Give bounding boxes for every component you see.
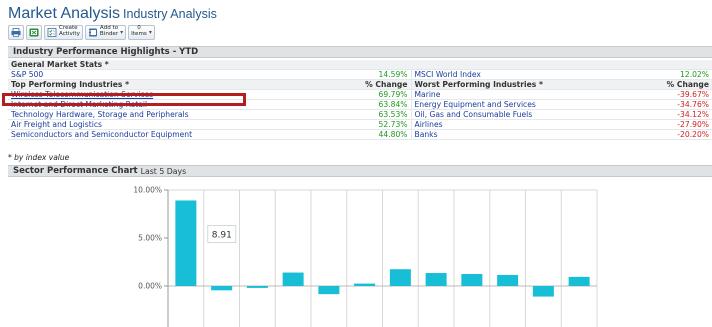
create-activity-button[interactable]: Create Activity [44,24,83,40]
worst-header: Worst Performing Industries * [410,79,643,91]
page-title: Market Analysis Industry Analysis [8,5,217,23]
add-to-binder-label: Add to Binder [99,25,119,37]
highlights-title: Industry Performance Highlights - YTD [13,47,199,57]
highlights-panel-header: Industry Performance Highlights - YTD [8,46,712,58]
top-industry-value: 69.79% [326,89,411,101]
page-subtitle: Industry Analysis [123,7,217,21]
table-row: S&P 500 14.59% MSCI World Index 12.02% [8,69,712,81]
top-industry-value: 44.80% [326,129,411,141]
chart-bar[interactable] [318,286,340,295]
worst-industry-link[interactable]: Marine [415,90,441,99]
top-industry-link[interactable]: Technology Hardware, Storage and Periphe… [11,110,189,119]
top-industry-link[interactable]: Semiconductors and Semiconductor Equipme… [11,130,192,139]
items-button[interactable]: 0 Items ▾ [128,24,155,40]
tooltip-value: 8.91 [212,231,232,241]
chevron-down-icon: ▾ [148,28,152,36]
y-tick-label: 10.00% [133,186,162,195]
worst-industry-value: -20.20% [643,129,712,141]
worst-industry-link[interactable]: Banks [415,130,438,139]
worst-industry-value: -39.67% [643,89,712,101]
worst-industry-value: -27.90% [643,119,712,131]
add-to-binder-button[interactable]: Add to Binder ▾ [84,24,127,40]
chart-bar[interactable] [425,273,447,286]
chart-grid [167,189,598,327]
highlight-annotation-box [2,93,246,106]
chart-bar[interactable] [175,200,197,286]
table-row: Air Freight and Logistics 52.73% Airline… [8,119,712,131]
top-industry-link[interactable]: Air Freight and Logistics [11,120,102,129]
worst-industry-link[interactable]: Oil, Gas and Consumable Fuels [415,110,533,119]
msci-value: 12.02% [643,69,712,81]
footnote: * by index value [8,153,70,162]
table-row: Technology Hardware, Storage and Periphe… [8,109,712,121]
chart-bar[interactable] [354,283,376,286]
top-industry-value: 63.84% [326,99,411,111]
top-change-header: % Change [326,79,411,91]
chart-bar[interactable] [211,286,233,291]
sp500-link[interactable]: S&P 500 [11,70,43,79]
sector-performance-chart: 10.00% 5.00% 0.00% 8.91 [133,186,598,327]
chart-bar[interactable] [532,286,554,297]
page-title-main: Market Analysis [8,5,121,22]
worst-change-header: % Change [643,79,712,91]
print-button[interactable] [8,24,24,40]
general-market-header: General Market Stats * [8,60,712,71]
top-industry-value: 63.53% [326,109,411,121]
msci-link[interactable]: MSCI World Index [415,70,481,79]
chart-bar[interactable] [568,276,590,286]
y-tick-label: 5.00% [138,234,162,243]
table-row: Semiconductors and Semiconductor Equipme… [8,129,712,141]
export-icon [29,28,39,36]
chart-bar[interactable] [389,269,411,286]
chart-tooltip: 8.91 [207,225,237,244]
chart-title: Sector Performance Chart [13,166,138,176]
chart-bar[interactable] [461,274,483,286]
chart-y-axis: 10.00% 5.00% 0.00% [133,186,597,327]
chart-bar[interactable] [497,274,519,286]
table-section-row: General Market Stats * [8,60,712,71]
binder-icon [88,28,97,36]
worst-industry-value: -34.12% [643,109,712,121]
worst-industry-value: -34.76% [643,99,712,111]
y-tick-label: 0.00% [138,282,162,291]
chart-period: Last 5 Days [140,166,187,176]
table-section-row: Top Performing Industries * % Change Wor… [8,79,712,91]
chart-bar[interactable] [282,272,304,286]
export-button[interactable] [26,24,42,40]
print-icon [11,27,21,37]
checklist-icon [47,27,57,37]
items-label: 0 Items [131,25,147,37]
toolbar: Create Activity Add to Binder ▾ 0 Items ▾ [8,24,155,40]
worst-industry-link[interactable]: Energy Equipment and Services [415,100,536,109]
sp500-value: 14.59% [326,69,411,81]
create-activity-label: Create Activity [59,25,80,37]
top-header: Top Performing Industries * [8,79,326,91]
top-industry-value: 52.73% [326,119,411,131]
chart-bar[interactable] [246,286,268,288]
worst-industry-link[interactable]: Airlines [415,120,443,129]
chevron-down-icon: ▾ [120,28,124,36]
